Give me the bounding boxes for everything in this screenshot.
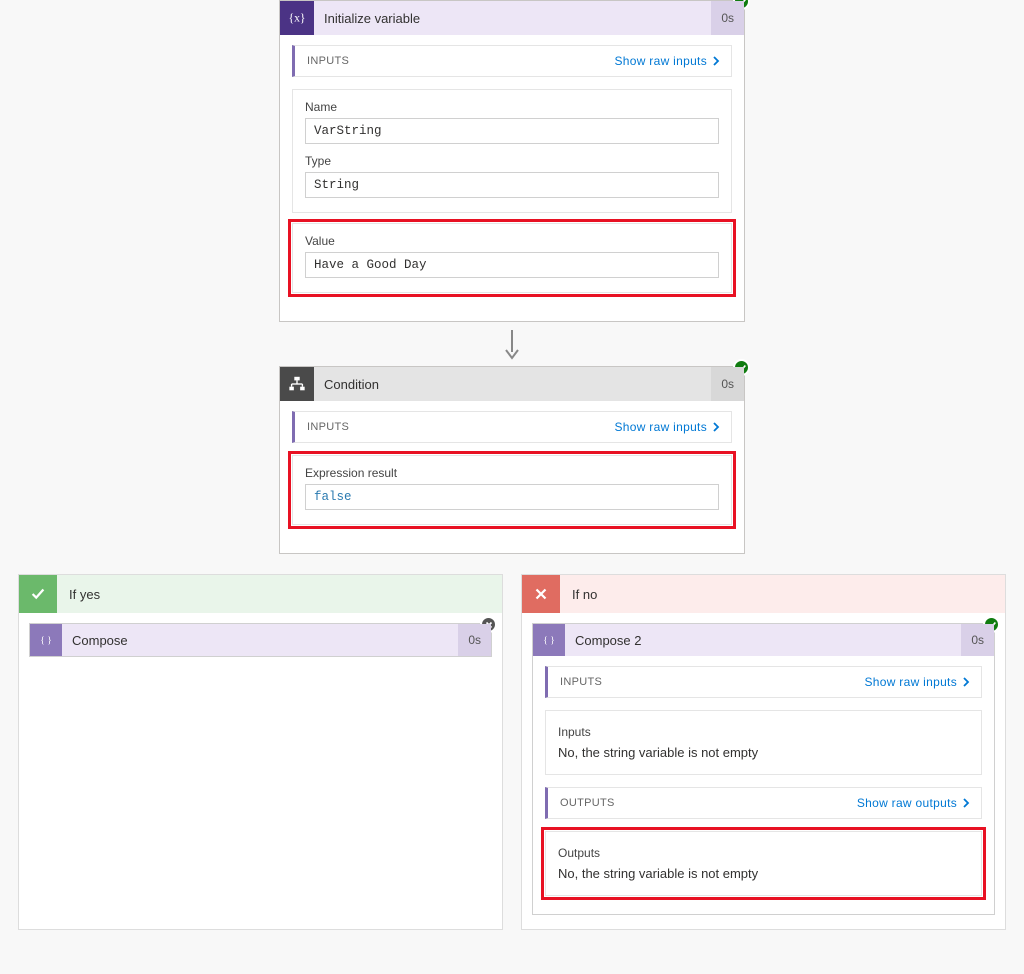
card-title: Condition: [324, 377, 711, 392]
check-icon: [19, 575, 57, 613]
card-title: Compose 2: [575, 633, 961, 648]
compose2-card[interactable]: { } Compose 2 0s INPUTS Show raw inputs: [532, 623, 995, 915]
duration-label: 0s: [711, 1, 744, 35]
inputs-label: INPUTS: [307, 55, 349, 67]
chevron-right-icon: [961, 798, 971, 808]
svg-text:{x}: {x}: [288, 12, 305, 25]
compose-card[interactable]: { } Compose 0s: [29, 623, 492, 657]
show-raw-inputs-link[interactable]: Show raw inputs: [864, 675, 971, 689]
type-label: Type: [305, 154, 719, 168]
expression-result-group: Expression result false: [292, 455, 732, 525]
name-label: Name: [305, 100, 719, 114]
svg-text:{ }: { }: [40, 635, 52, 646]
branch-yes-header[interactable]: If yes: [19, 575, 502, 613]
card-title: Initialize variable: [324, 11, 711, 26]
duration-label: 0s: [961, 624, 994, 656]
outputs-value: No, the string variable is not empty: [558, 866, 969, 881]
outputs-section-header: OUTPUTS Show raw outputs: [545, 787, 982, 819]
inputs-label: INPUTS: [307, 421, 349, 433]
condition-icon: [280, 367, 314, 401]
inputs-label: INPUTS: [560, 676, 602, 688]
type-value: String: [305, 172, 719, 198]
card-title: Compose: [72, 633, 458, 648]
inputs-field-group: Name VarString Type String: [292, 89, 732, 213]
value-field-group: Value Have a Good Day: [292, 223, 732, 293]
show-raw-inputs-link[interactable]: Show raw inputs: [614, 420, 721, 434]
close-icon: [522, 575, 560, 613]
branch-title: If yes: [69, 587, 100, 602]
value-label: Value: [305, 234, 719, 248]
branch-no-header[interactable]: If no: [522, 575, 1005, 613]
compose-icon: { }: [533, 624, 565, 656]
duration-label: 0s: [711, 367, 744, 401]
chevron-right-icon: [711, 422, 721, 432]
name-value: VarString: [305, 118, 719, 144]
initialize-variable-card[interactable]: {x} Initialize variable 0s INPUTS Show r…: [279, 0, 745, 322]
condition-card[interactable]: Condition 0s INPUTS Show raw inputs Expr…: [279, 366, 745, 554]
chevron-right-icon: [711, 56, 721, 66]
show-raw-outputs-link[interactable]: Show raw outputs: [857, 796, 971, 810]
inputs-section-header: INPUTS Show raw inputs: [545, 666, 982, 698]
chevron-right-icon: [961, 677, 971, 687]
outputs-box: Outputs No, the string variable is not e…: [545, 831, 982, 896]
inputs-box: Inputs No, the string variable is not em…: [545, 710, 982, 775]
expression-result-value: false: [305, 484, 719, 510]
branch-if-no: If no { } Compose 2 0s: [521, 574, 1006, 930]
inputs-value: No, the string variable is not empty: [558, 745, 969, 760]
value-value: Have a Good Day: [305, 252, 719, 278]
inputs-section-header: INPUTS Show raw inputs: [292, 45, 732, 77]
svg-text:{ }: { }: [543, 635, 555, 646]
outputs-field-label: Outputs: [558, 846, 969, 860]
flow-connector-arrow-icon: [0, 330, 1024, 360]
compose-icon: { }: [30, 624, 62, 656]
expression-result-label: Expression result: [305, 466, 719, 480]
branch-if-yes: If yes { } Compose 0s: [18, 574, 503, 930]
branch-title: If no: [572, 587, 597, 602]
duration-label: 0s: [458, 624, 491, 656]
inputs-section-header: INPUTS Show raw inputs: [292, 411, 732, 443]
show-raw-inputs-link[interactable]: Show raw inputs: [614, 54, 721, 68]
inputs-field-label: Inputs: [558, 725, 969, 739]
variable-icon: {x}: [280, 1, 314, 35]
